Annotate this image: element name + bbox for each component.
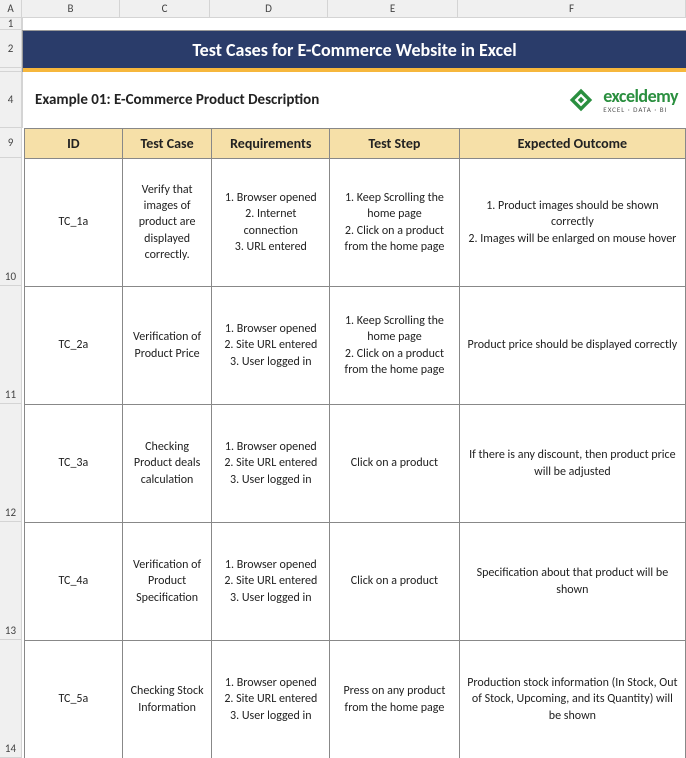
- cell-requirements[interactable]: 1. Browser opened2. Site URL entered3. U…: [211, 404, 329, 522]
- row-header-11[interactable]: 11: [0, 286, 22, 404]
- cell-teststep[interactable]: 1. Keep Scrolling the home page2. Click …: [329, 286, 459, 404]
- cell-teststep[interactable]: Click on a product: [329, 404, 459, 522]
- logo-icon: [565, 84, 597, 116]
- subtitle-text: Example 01: E-Commerce Product Descripti…: [35, 91, 319, 109]
- cell-teststep[interactable]: Click on a product: [329, 522, 459, 640]
- cell[interactable]: [22, 18, 686, 30]
- cell-teststep[interactable]: 1. Keep Scrolling the home page2. Click …: [329, 158, 459, 286]
- page-title-banner[interactable]: Test Cases for E-Commerce Website in Exc…: [22, 30, 686, 68]
- cell-id[interactable]: TC_1a: [24, 158, 122, 286]
- logo-tagline: EXCEL · DATA · BI: [603, 106, 678, 113]
- cell-testcase[interactable]: Checking Product deals calculation: [122, 404, 212, 522]
- th-id[interactable]: ID: [24, 128, 122, 158]
- col-header-A[interactable]: A: [0, 0, 22, 17]
- row-header-4[interactable]: 4: [0, 72, 22, 128]
- logo-name: exceldemy: [603, 87, 678, 105]
- cell-testcase[interactable]: Verification of Product Specification: [122, 522, 212, 640]
- col-header-E[interactable]: E: [328, 0, 458, 17]
- col-header-C[interactable]: C: [120, 0, 210, 17]
- cell-teststep[interactable]: Press on any product from the home page: [329, 640, 459, 758]
- cell-expected[interactable]: If there is any discount, then product p…: [459, 404, 686, 522]
- cell-requirements[interactable]: 1. Browser opened2. Site URL entered3. U…: [211, 640, 329, 758]
- cell-testcase[interactable]: Verify that images of product are displa…: [122, 158, 212, 286]
- cell-id[interactable]: TC_2a: [24, 286, 122, 404]
- logo: exceldemy EXCEL · DATA · BI: [565, 84, 678, 116]
- row-header-10[interactable]: 10: [0, 158, 22, 286]
- row-header-2[interactable]: 2: [0, 30, 22, 68]
- col-header-F[interactable]: F: [458, 0, 686, 17]
- column-headers: A B C D E F: [0, 0, 686, 18]
- row-header-14[interactable]: 14: [0, 640, 22, 758]
- cell-expected[interactable]: 1. Product images should be shown correc…: [459, 158, 686, 286]
- row-header-9[interactable]: 9: [0, 128, 22, 158]
- cell-requirements[interactable]: 1. Browser opened2. Internet connection3…: [211, 158, 329, 286]
- cell-expected[interactable]: Production stock information (In Stock, …: [459, 640, 686, 758]
- th-expected[interactable]: Expected Outcome: [459, 128, 686, 158]
- cell-id[interactable]: TC_4a: [24, 522, 122, 640]
- cell-expected[interactable]: Specification about that product will be…: [459, 522, 686, 640]
- cell-testcase[interactable]: Verification of Product Price: [122, 286, 212, 404]
- row-header-12[interactable]: 12: [0, 404, 22, 522]
- cell-testcase[interactable]: Checking Stock Information: [122, 640, 212, 758]
- row-header-1[interactable]: 1: [0, 18, 22, 30]
- col-header-B[interactable]: B: [22, 0, 120, 17]
- cell-requirements[interactable]: 1. Browser opened2. Site URL entered3. U…: [211, 522, 329, 640]
- cell-id[interactable]: TC_5a: [24, 640, 122, 758]
- th-requirements[interactable]: Requirements: [211, 128, 329, 158]
- cell-requirements[interactable]: 1. Browser opened2. Site URL entered3. U…: [211, 286, 329, 404]
- cell-expected[interactable]: Product price should be displayed correc…: [459, 286, 686, 404]
- th-testcase[interactable]: Test Case: [122, 128, 212, 158]
- cell-id[interactable]: TC_3a: [24, 404, 122, 522]
- col-header-D[interactable]: D: [210, 0, 328, 17]
- th-teststep[interactable]: Test Step: [329, 128, 459, 158]
- row-header-13[interactable]: 13: [0, 522, 22, 640]
- subtitle-area[interactable]: Example 01: E-Commerce Product Descripti…: [22, 72, 686, 128]
